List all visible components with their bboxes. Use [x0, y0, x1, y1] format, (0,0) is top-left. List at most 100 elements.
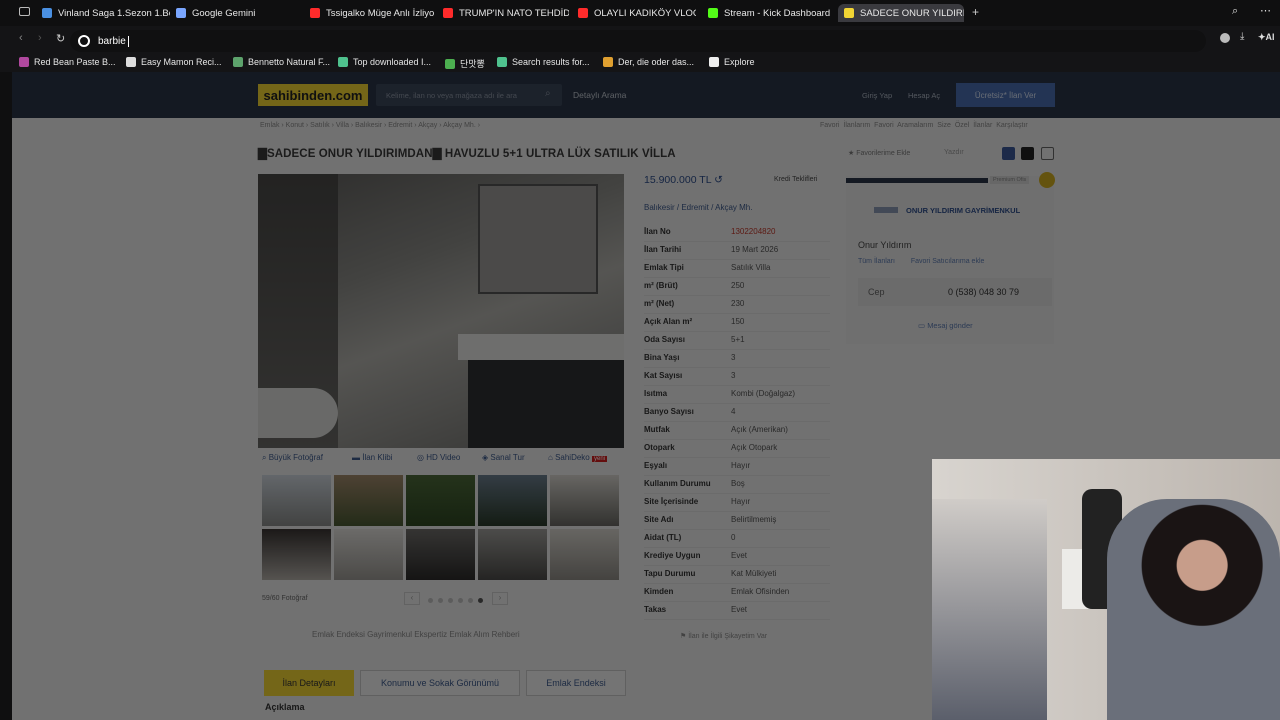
bookmark-favicon-icon	[445, 58, 455, 69]
report-listing-link[interactable]: ⚑ İlan ile İlgili Şikayetim Var	[680, 632, 767, 640]
sahideko-tab[interactable]: ⌂ SahiDeko yeni	[548, 453, 607, 462]
back-icon[interactable]: ‹	[19, 32, 23, 44]
photo-vanity	[468, 354, 624, 448]
post-ad-button[interactable]: Ücretsiz* İlan Ver	[956, 83, 1055, 107]
ai-icon[interactable]: ✦AI	[1258, 32, 1275, 43]
photo-count: 59/60 Fotoğraf	[262, 595, 308, 602]
account-links[interactable]: Favori İlanlarım Favori Aramalarım Size …	[820, 122, 1028, 129]
browser-tab[interactable]: Stream - Kick Dashboard	[708, 4, 830, 22]
bookmark-label: Der, die oder das...	[618, 57, 695, 67]
signup-link[interactable]: Hesap Aç	[908, 91, 940, 100]
site-search-input[interactable]: Kelime, ilan no veya mağaza adı ile ara	[376, 84, 562, 106]
all-listings-link[interactable]: Tüm İlanları	[858, 258, 895, 265]
add-favorite-link[interactable]: ★ Favorilerime Ekle	[848, 149, 910, 157]
pager-dot[interactable]	[448, 598, 453, 603]
bookmark-item[interactable]: Search results for...	[497, 57, 590, 67]
address-input[interactable]: barbie	[70, 30, 1206, 52]
agency-name[interactable]: ONUR YILDIRIM GAYRİMENKUL	[906, 206, 1020, 215]
detail-row: İlan No 1302204820	[644, 224, 830, 242]
thumbnail[interactable]	[550, 529, 619, 580]
download-icon[interactable]: ⤓	[1240, 31, 1244, 42]
pager-dot[interactable]	[428, 598, 433, 603]
location-breadcrumb[interactable]: Balıkesir / Edremit / Akçay Mh.	[644, 203, 752, 212]
site-logo[interactable]: sahibinden.com	[258, 84, 368, 106]
reload-icon[interactable]: ↻	[56, 32, 65, 45]
bookmark-item[interactable]: Explore	[709, 57, 755, 67]
tab-search-icon[interactable]	[19, 7, 30, 16]
thumbnail[interactable]	[550, 475, 619, 526]
thumbnail[interactable]	[478, 475, 547, 526]
browser-tab[interactable]: OLAYLI KADIKÖY VLOG H	[578, 4, 696, 22]
search-tabs-icon[interactable]: ⌕	[1232, 5, 1238, 18]
search-icon[interactable]: ⌕	[545, 88, 551, 99]
detail-value: 250	[731, 281, 745, 290]
browser-tab[interactable]: Vinland Saga 1.Sezon 1.Bö	[42, 4, 170, 22]
send-message-link[interactable]: ▭ Mesaj gönder	[918, 321, 973, 330]
browser-tab[interactable]: Tssigalko Müge Anlı İzliyo	[310, 4, 434, 22]
main-photo[interactable]	[258, 174, 624, 448]
forward-icon[interactable]: ›	[38, 32, 42, 44]
bookmark-label: Easy Mamon Reci...	[141, 57, 222, 67]
thumbnail[interactable]	[406, 475, 475, 526]
site-header: sahibinden.com Kelime, ilan no veya mağa…	[12, 72, 1280, 118]
thumbnail[interactable]	[334, 529, 403, 580]
detail-key: Açık Alan m²	[644, 317, 693, 326]
breadcrumb[interactable]: Emlak › Konut › Satılık › Villa › Balıke…	[260, 122, 480, 129]
detail-row: Otopark Açık Otopark	[644, 440, 830, 458]
thumbnail[interactable]	[478, 529, 547, 580]
pager-dot[interactable]	[458, 598, 463, 603]
browser-tab[interactable]: Google Gemini	[176, 4, 300, 22]
detail-row: m² (Net) 230	[644, 296, 830, 314]
pager-dot[interactable]	[438, 598, 443, 603]
hd-video-tab[interactable]: ◎ HD Video	[417, 453, 460, 462]
tab-label: Stream - Kick Dashboard	[724, 7, 830, 19]
login-link[interactable]: Giriş Yap	[862, 91, 892, 100]
detail-key: İlan No	[644, 227, 671, 236]
listing-clip-tab[interactable]: ▬ İlan Klibi	[352, 453, 392, 462]
window-controls-icon[interactable]: ⋯	[1260, 4, 1271, 17]
bottom-links[interactable]: Emlak Endeksi Gayrimenkul Ekspertiz Emla…	[312, 630, 520, 639]
detail-value: 3	[731, 353, 736, 362]
x-twitter-icon[interactable]	[1021, 147, 1034, 160]
detail-key: Aidat (TL)	[644, 533, 682, 542]
tab-label: Vinland Saga 1.Sezon 1.Bö	[58, 7, 170, 19]
email-icon[interactable]	[1041, 147, 1054, 160]
thumbnail[interactable]	[406, 529, 475, 580]
phone-number[interactable]: 0 (538) 048 30 79	[948, 287, 1019, 297]
browser-tab[interactable]: TRUMP'IN NATO TEHDİDİ	[443, 4, 569, 22]
thumbnail[interactable]	[262, 475, 331, 526]
next-photos-icon[interactable]: ›	[492, 592, 508, 605]
bookmark-item[interactable]: 단맛뽕	[445, 57, 485, 70]
bookmark-favicon-icon	[709, 57, 719, 67]
virtual-tour-tab[interactable]: ◈ Sanal Tur	[482, 453, 525, 462]
thumbnail[interactable]	[334, 475, 403, 526]
tab-real-estate-index[interactable]: Emlak Endeksi	[526, 670, 626, 696]
bookmark-item[interactable]: Der, die oder das...	[603, 57, 694, 67]
prev-photos-icon[interactable]: ‹	[404, 592, 420, 605]
bookmark-favicon-icon	[338, 57, 348, 67]
bookmarks-bar: Red Bean Paste B... Easy Mamon Reci... Ben…	[0, 54, 1280, 72]
thumbnail[interactable]	[262, 529, 331, 580]
detail-value: 1302204820	[731, 227, 776, 236]
price-history-icon[interactable]: ↺	[714, 174, 723, 186]
bookmark-item[interactable]: Easy Mamon Reci...	[126, 57, 222, 67]
new-tab-icon[interactable]: +	[972, 5, 979, 19]
tab-listing-details[interactable]: İlan Detayları	[264, 670, 354, 696]
large-photo-tab[interactable]: ⌕ Büyük Fotoğraf	[262, 453, 323, 463]
detailed-search-link[interactable]: Detaylı Arama	[573, 90, 626, 100]
detail-row: Kullanım Durumu Boş	[644, 476, 830, 494]
credit-offers-link[interactable]: Kredi Teklifleri	[774, 176, 817, 183]
pager-dot[interactable]	[468, 598, 473, 603]
pager-dot-active[interactable]	[478, 598, 483, 603]
photo-sink	[458, 334, 624, 360]
favorite-seller-link[interactable]: Favori Satıcılarıma ekle	[911, 258, 985, 265]
facebook-icon[interactable]	[1002, 147, 1015, 160]
bookmark-item[interactable]: Bennetto Natural F...	[233, 57, 330, 67]
bookmark-label: Red Bean Paste B...	[34, 57, 116, 67]
bookmark-item[interactable]: Top downloaded I...	[338, 57, 431, 67]
print-link[interactable]: Yazdır	[944, 149, 964, 156]
tab-location-street-view[interactable]: Konumu ve Sokak Görünümü	[360, 670, 520, 696]
profile-icon[interactable]	[1220, 33, 1230, 43]
browser-tab[interactable]: SADECE ONUR YILDIRI	[838, 4, 964, 22]
bookmark-item[interactable]: Red Bean Paste B...	[19, 57, 116, 67]
